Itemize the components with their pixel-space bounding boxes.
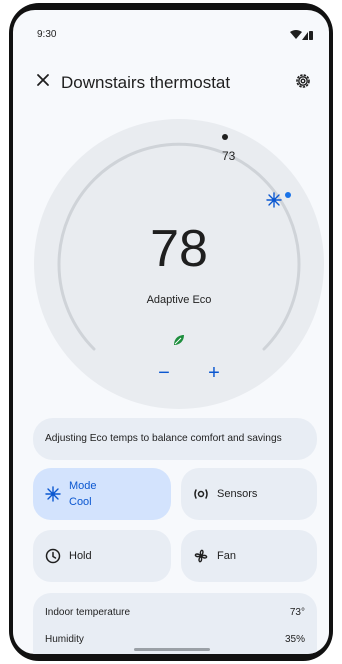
status-icons bbox=[290, 30, 313, 40]
page-title: Downstairs thermostat bbox=[61, 73, 231, 92]
increase-temp-button[interactable]: + bbox=[200, 359, 228, 387]
current-temperature: 78 bbox=[150, 220, 208, 278]
hold-tile[interactable]: Hold bbox=[33, 530, 171, 582]
clock-icon bbox=[45, 548, 61, 564]
mode-label: Mode bbox=[69, 480, 97, 492]
hold-label: Hold bbox=[69, 550, 92, 562]
fan-tile[interactable]: Fan bbox=[181, 530, 317, 582]
decrease-temp-button[interactable]: − bbox=[150, 359, 178, 387]
setpoint-label: 73 bbox=[222, 149, 236, 163]
mode-tile[interactable]: Mode Cool bbox=[33, 468, 171, 520]
fan-label: Fan bbox=[217, 550, 236, 562]
home-indicator[interactable] bbox=[134, 648, 210, 651]
snowflake-icon bbox=[266, 192, 282, 208]
wifi-icon bbox=[290, 30, 302, 39]
indoor-temperature-label: Indoor temperature bbox=[45, 607, 131, 618]
signal-icon bbox=[302, 32, 308, 40]
close-icon bbox=[37, 74, 49, 86]
settings-button[interactable] bbox=[293, 71, 313, 91]
setpoint-marker bbox=[222, 134, 228, 140]
gear-icon bbox=[296, 74, 310, 88]
app-screen: 9:30 Downstairs thermostat 73 78 Adaptiv… bbox=[13, 10, 329, 654]
leaf-icon bbox=[174, 335, 184, 345]
close-button[interactable] bbox=[33, 70, 53, 90]
indoor-temperature-row: Indoor temperature 73° bbox=[45, 607, 305, 618]
status-time: 9:30 bbox=[37, 29, 57, 40]
eco-banner: Adjusting Eco temps to balance comfort a… bbox=[33, 418, 317, 460]
eco-mode-label: Adaptive Eco bbox=[146, 294, 212, 306]
humidity-row: Humidity 35% bbox=[45, 634, 305, 645]
indoor-temperature-value: 73° bbox=[289, 607, 305, 618]
environment-info-card: Indoor temperature 73° Humidity 35% bbox=[33, 593, 317, 654]
thermostat-dial[interactable]: 73 78 Adaptive Eco − + bbox=[34, 119, 324, 409]
sensor-icon bbox=[194, 489, 208, 499]
sensors-tile[interactable]: Sensors bbox=[181, 468, 317, 520]
fan-icon bbox=[194, 549, 208, 563]
battery-icon bbox=[309, 31, 313, 40]
current-temp-marker bbox=[285, 192, 291, 198]
snowflake-icon bbox=[45, 486, 61, 502]
humidity-label: Humidity bbox=[45, 634, 84, 645]
humidity-value: 35% bbox=[284, 634, 305, 645]
sensors-label: Sensors bbox=[217, 488, 258, 500]
mode-value: Cool bbox=[69, 496, 92, 508]
